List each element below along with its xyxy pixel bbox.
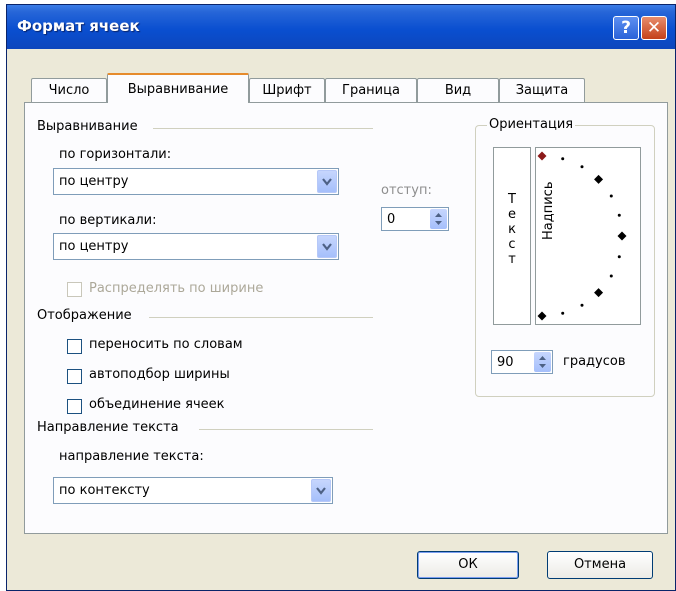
tab-view[interactable]: Вид [417,78,499,102]
chevron-down-icon[interactable] [317,235,337,258]
shrink-checkbox[interactable] [67,369,82,384]
tab-font[interactable]: Шрифт [249,78,325,102]
direction-select[interactable]: по контексту [53,477,333,504]
degrees-value: 90 [497,355,514,370]
dial-dot [609,274,613,278]
merge-label: объединение ячеек [89,397,225,412]
rotated-text: Надпись [541,182,556,241]
degrees-spinner[interactable]: 90 [491,350,553,374]
horizontal-label: по горизонтали: [59,147,172,162]
dial-dot [580,303,584,307]
display-section-title: Отображение [37,308,132,323]
alignment-panel: Выравнивание по горизонтали: по центру п… [24,102,668,534]
chevron-down-icon[interactable] [311,479,331,502]
tab-alignment[interactable]: Выравнивание [107,73,249,103]
vertical-text: Текст [506,192,518,267]
dial-dot [609,194,613,198]
vertical-select-value: по центру [59,239,129,254]
direction-divider [199,429,373,430]
direction-label: направление текста: [59,449,204,464]
dial-marker [537,311,547,321]
dial-marker [594,288,604,298]
tab-border[interactable]: Граница [325,78,417,102]
dial-dot [561,157,565,161]
spinner-arrows-icon[interactable] [534,352,551,372]
orientation-section-title: Ориентация [487,117,576,132]
format-cells-dialog: Формат ячеек ? ✕ Число Выравнивание Шриф… [6,4,676,591]
degrees-label: градусов [563,354,626,369]
vertical-text-char: е [508,207,516,222]
indent-value: 0 [387,212,396,227]
dialog-title: Формат ячеек [17,17,140,35]
dial-marker [537,151,547,161]
tab-number[interactable]: Число [31,78,107,102]
shrink-label: автоподбор ширины [89,367,230,382]
vertical-text-box[interactable]: Текст [493,147,531,325]
spinner-arrows-icon[interactable] [430,209,447,229]
close-button[interactable]: ✕ [641,16,667,40]
distribute-checkbox[interactable] [67,282,82,297]
horizontal-select[interactable]: по центру [53,168,339,195]
dial-dot [617,255,621,259]
direction-section-title: Направление текста [37,420,179,435]
title-bar[interactable]: Формат ячеек ? ✕ [7,5,675,49]
wrap-checkbox[interactable] [67,339,82,354]
dial-dot [580,165,584,169]
dial-marker [594,174,604,184]
vertical-select[interactable]: по центру [53,233,339,260]
orientation-dial-graphic: Надпись [537,151,627,321]
alignment-divider [153,128,373,129]
cancel-button[interactable]: Отмена [547,551,653,579]
horizontal-select-value: по центру [59,174,129,189]
ok-button[interactable]: ОК [417,551,519,579]
distribute-label: Распределять по ширине [89,281,264,296]
vertical-text-char: т [508,252,516,267]
tab-protection[interactable]: Защита [499,78,585,102]
dial-dot [561,311,565,315]
dial-dot [617,213,621,217]
vertical-text-char: к [508,222,516,237]
vertical-text-char: Т [508,192,516,207]
display-divider [149,317,373,318]
direction-select-value: по контексту [59,483,150,498]
alignment-section-title: Выравнивание [37,119,138,134]
merge-checkbox[interactable] [67,399,82,414]
chevron-down-icon[interactable] [317,170,337,193]
indent-spinner[interactable]: 0 [381,207,449,231]
help-button[interactable]: ? [613,16,639,40]
dial-marker [617,231,627,241]
orientation-dial[interactable]: Надпись [535,147,641,325]
vertical-label: по вертикали: [59,213,157,228]
indent-label: отступ: [381,183,432,198]
vertical-text-char: с [508,237,516,252]
wrap-label: переносить по словам [89,337,243,352]
